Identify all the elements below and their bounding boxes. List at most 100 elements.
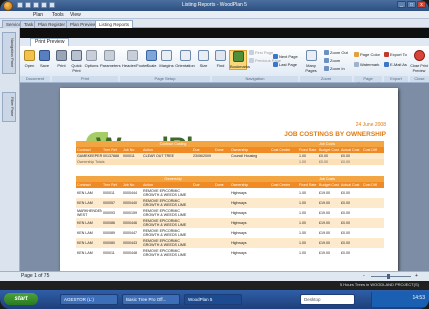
scale-button[interactable]: Scale (144, 50, 159, 68)
zoom-slider[interactable]: - + (363, 273, 423, 280)
export-to-button[interactable]: Export To (384, 52, 407, 58)
menu-view[interactable]: View (70, 12, 81, 18)
table-cell: REMOVE EPICORMIC GROWTH & WEEDS LIME (142, 198, 192, 208)
document-tabs: Service Task Plan Register Plan Preview … (0, 19, 429, 28)
size-icon (198, 50, 209, 61)
taskbar-item[interactable]: AGESTOR (L:) (60, 294, 118, 305)
table-cell: 000057 (102, 198, 122, 208)
maximize-button[interactable]: □ (407, 1, 416, 8)
first-page-button[interactable]: First Page (249, 50, 273, 56)
menu-bar: Plan Tools View (0, 11, 429, 19)
zoom-out-button[interactable]: Zoom Out (324, 50, 348, 56)
close-window-button[interactable]: x (417, 1, 426, 8)
open-button[interactable]: Open (22, 50, 37, 68)
report-table-section-2: Ownership Job Costs Contract Tree Ref Jo… (76, 176, 385, 258)
taskbar-item[interactable]: WoodPlan 5 (184, 294, 242, 305)
table-cell: 1.00 (298, 218, 319, 228)
print-label: Print (57, 63, 66, 68)
table-cell: £19.00 (318, 238, 341, 248)
orientation-icon (179, 50, 191, 61)
find-button[interactable]: Find (213, 50, 228, 68)
page-color-icon (354, 52, 359, 58)
orientation-button[interactable]: Orientation (175, 50, 195, 68)
bookmarks-button[interactable]: Bookmarks (229, 50, 250, 70)
table-cell (214, 218, 230, 228)
print-button[interactable]: Print (54, 50, 69, 68)
preview-workspace[interactable]: WoodPlan 24 June 2008 JOB COSTINGS BY OW… (20, 83, 429, 271)
next-page-button[interactable]: Next Page (273, 54, 298, 60)
minimize-button[interactable]: _ (397, 1, 406, 8)
group-document: Document (20, 76, 50, 82)
table-cell: KEN LAM (76, 248, 102, 258)
previous-page-icon (249, 58, 254, 64)
tab-print-preview[interactable]: Print Preview (30, 38, 70, 46)
table-cell (362, 208, 385, 218)
menu-plan[interactable]: Plan (33, 12, 43, 18)
filter-pane-tab[interactable]: Filter Pane (2, 92, 16, 122)
table-cell (270, 238, 299, 248)
table-cell (214, 238, 230, 248)
table-cell: 0000159 (122, 208, 142, 218)
table-cell (192, 238, 214, 248)
report-date: 24 June 2008 (355, 122, 386, 128)
table-cell: Highways (230, 218, 271, 228)
table-row: KEN LAM 000089 0000447 REMOVE EPICORMIC GRO… (76, 228, 385, 238)
group-export: Export (384, 76, 408, 82)
many-pages-button[interactable]: Many Pages (302, 50, 320, 73)
table-cell: 000093 (102, 208, 122, 218)
table-cell (214, 208, 230, 218)
parameters-button[interactable]: Parameters (100, 50, 121, 68)
zoom-icon (324, 58, 329, 64)
taskbar-search[interactable]: Desktop (300, 294, 355, 305)
zoom-minus-button[interactable]: - (363, 273, 365, 279)
table-cell: 0000446 (122, 218, 142, 228)
many-pages-icon (305, 50, 317, 61)
zoom-track[interactable] (371, 276, 411, 277)
scale-icon (146, 50, 157, 61)
table-cell: 1.00 (298, 188, 319, 198)
zoom-plus-button[interactable]: + (415, 273, 418, 279)
start-button[interactable]: start (4, 293, 38, 305)
table-cell (270, 218, 299, 228)
table-cell: 1.00 (298, 248, 319, 258)
zoom-in-label: Zoom In (330, 66, 345, 71)
page-indicator: Page 1 of 75 (21, 273, 50, 279)
watermark-button[interactable]: Watermark (354, 62, 379, 68)
table-cell (270, 228, 299, 238)
export-icon (384, 52, 389, 58)
header-footer-button[interactable]: Header/Footer (122, 50, 148, 68)
table-cell: KEN LAM (76, 228, 102, 238)
table-cell: 0000447 (122, 228, 142, 238)
table-cell: Highways (230, 238, 271, 248)
save-label: Save (39, 63, 50, 68)
last-page-button[interactable]: Last Page (273, 62, 297, 68)
table-cell: £19.00 (318, 248, 341, 258)
table-cell: KEN LAM (76, 218, 102, 228)
notification-text[interactable]: 5 Hours Trees in WOODLAND PROJECT(S) (340, 282, 419, 287)
email-as-button[interactable]: E-Mail As (384, 62, 407, 68)
close-print-preview-button[interactable]: Close Print Preview (410, 50, 428, 73)
window-controls: _ □ x (397, 1, 426, 8)
table-cell: £0.00 (340, 188, 363, 198)
table-cell: Highways (230, 208, 271, 218)
options-button[interactable]: Options (84, 50, 99, 68)
taskbar-item[interactable]: Basic Tree Pro Off... (122, 294, 180, 305)
page-color-button[interactable]: Page Color (354, 52, 380, 58)
zoom-thumb[interactable] (387, 274, 390, 279)
size-label: Size (199, 63, 208, 68)
margins-icon (161, 50, 172, 61)
tab-plan-register[interactable]: Plan Register (34, 20, 70, 28)
group-close: Close (410, 76, 429, 82)
save-button[interactable]: Save (37, 50, 52, 68)
close-preview-label: Close Print Preview (410, 64, 428, 73)
quick-print-button[interactable]: Quick Print (69, 50, 84, 73)
menu-tools[interactable]: Tools (52, 12, 64, 18)
tab-listing-reports[interactable]: Listing Reports (95, 20, 134, 28)
navigation-pane-tab[interactable]: Navigation Pane (2, 32, 16, 74)
table-row: KEN LAM 000057 0000440 REMOVE EPICORMIC GRO… (76, 198, 385, 208)
size-button[interactable]: Size (196, 50, 211, 68)
margins-button[interactable]: Margins (159, 50, 174, 68)
zoom-in-button[interactable]: Zoom In (324, 66, 345, 72)
table-cell (362, 248, 385, 258)
zoom-button[interactable]: Zoom (324, 58, 340, 64)
